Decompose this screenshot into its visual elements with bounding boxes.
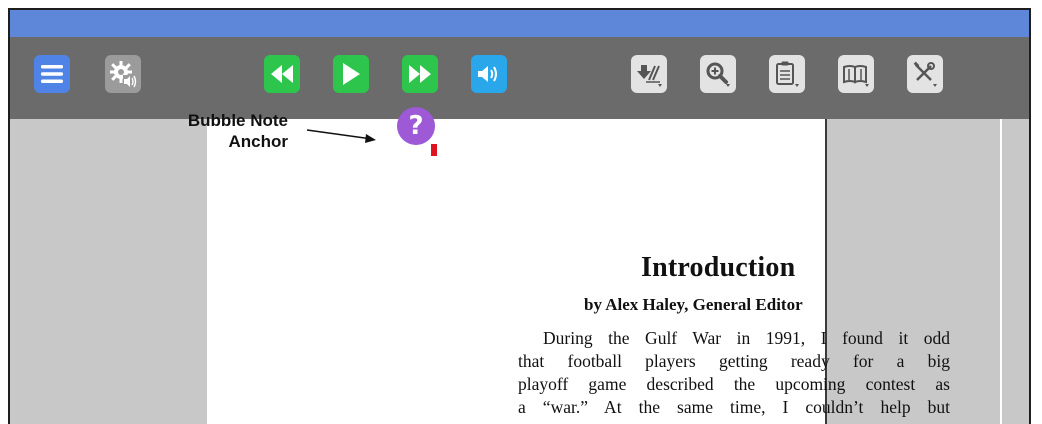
highlighter-button[interactable] [631, 55, 667, 93]
book-icon [843, 65, 869, 87]
volume-icon [478, 66, 497, 82]
question-mark-icon: ? [408, 111, 424, 141]
callout-label-line: Anchor [228, 132, 289, 151]
clipboard-icon [776, 61, 799, 87]
reference-button[interactable] [838, 55, 874, 93]
callout-label-line: Bubble Note [187, 111, 288, 130]
reading-area: Introduction by Alex Haley, General Edit… [10, 119, 1029, 424]
document-byline: by Alex Haley, General Editor [584, 295, 803, 314]
callout-arrow [306, 129, 376, 143]
menu-button[interactable] [34, 55, 70, 93]
note-anchor-marker [431, 144, 437, 156]
tools-button[interactable] [907, 55, 943, 93]
paragraph-line: a “war.” At the same time, I couldn’t he… [518, 397, 950, 417]
zoom-in-icon [706, 62, 730, 87]
hamburger-menu-icon [41, 65, 63, 83]
rewind-button[interactable] [264, 55, 300, 93]
title-bar [10, 10, 1029, 37]
notes-button[interactable] [769, 55, 805, 93]
zoom-button[interactable] [700, 55, 736, 93]
volume-button[interactable] [471, 55, 507, 93]
callout-label: Bubble Note Anchor [140, 110, 288, 152]
document-title: Introduction [641, 252, 796, 283]
panel-divider [1000, 119, 1002, 424]
play-button[interactable] [333, 55, 369, 93]
play-icon [343, 63, 360, 85]
tools-icon [913, 61, 937, 87]
bubble-note-anchor[interactable]: ? [397, 107, 435, 145]
toolbar [10, 37, 1029, 119]
highlighter-icon [637, 65, 662, 87]
document-paragraph: During the Gulf War in 1991, I found it … [518, 327, 950, 419]
fast-forward-icon [409, 65, 431, 83]
fast-forward-button[interactable] [402, 55, 438, 93]
paragraph-line: During the Gulf War in 1991, I found it … [543, 328, 950, 348]
paragraph-line: playoff game described the upcoming cont… [518, 374, 950, 394]
gear-speaker-icon [110, 61, 137, 88]
speech-settings-button[interactable] [105, 55, 141, 93]
rewind-icon [271, 65, 293, 83]
paragraph-line: that football players getting ready for … [518, 351, 950, 371]
document-page: Introduction by Alex Haley, General Edit… [207, 119, 950, 424]
reader-window: Introduction by Alex Haley, General Edit… [8, 8, 1031, 424]
